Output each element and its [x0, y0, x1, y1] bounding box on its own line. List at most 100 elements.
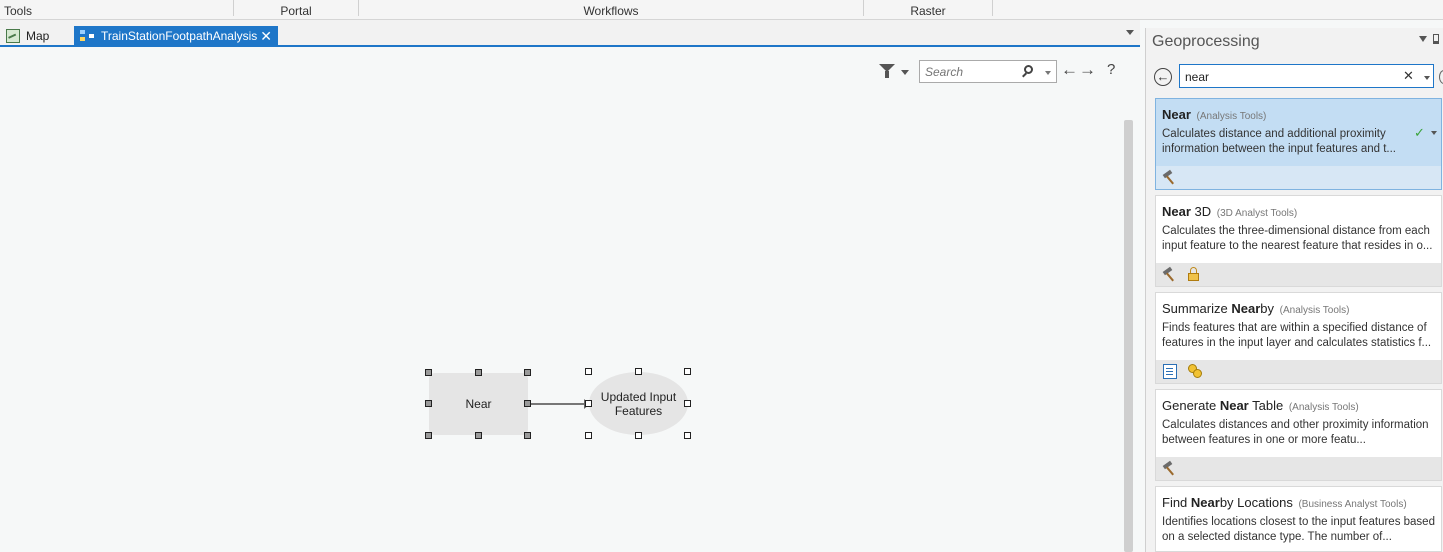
tool-search-box[interactable]: ✕ — [1179, 64, 1434, 88]
forward-arrow-icon[interactable]: → — [1079, 60, 1096, 80]
tab-model[interactable]: TrainStationFootpathAnalysis ✕ — [74, 26, 278, 47]
connector-arrow[interactable] — [528, 399, 590, 409]
result-near-3d[interactable]: Near 3D (3D Analyst Tools) Calculates th… — [1155, 195, 1442, 287]
chevron-down-icon[interactable] — [1045, 71, 1051, 75]
result-title: Near (Analysis Tools) — [1162, 107, 1266, 122]
output-node-updated-features[interactable]: Updated Input Features — [589, 372, 688, 435]
result-description: Calculates distance and additional proxi… — [1162, 128, 1396, 155]
result-title-prefix: Find — [1162, 495, 1191, 510]
ribbon-separator — [992, 0, 993, 16]
selection-handle[interactable] — [524, 432, 531, 439]
result-description: Calculates distances and other proximity… — [1162, 419, 1429, 446]
filter-icon-stem — [885, 71, 889, 78]
filter-button[interactable] — [879, 64, 909, 80]
tab-list-dropdown[interactable] — [1126, 30, 1134, 35]
result-category: (3D Analyst Tools) — [1216, 208, 1298, 219]
hammer-icon — [1162, 266, 1178, 282]
selection-handle[interactable] — [684, 368, 691, 375]
result-title-rest: 3D — [1190, 204, 1212, 219]
coins-icon — [1188, 364, 1203, 379]
hammer-icon — [1162, 169, 1178, 185]
result-title: Summarize Nearby (Analysis Tools) — [1162, 301, 1349, 316]
result-footer — [1156, 263, 1441, 286]
result-summarize-nearby[interactable]: Summarize Nearby (Analysis Tools) Finds … — [1155, 292, 1442, 384]
map-icon — [6, 29, 20, 43]
result-title-match: Near — [1219, 398, 1249, 413]
result-title-match: Near — [1190, 495, 1220, 510]
ribbon-group-tools: Tools — [4, 4, 33, 18]
selection-handle[interactable] — [425, 369, 432, 376]
back-arrow-icon[interactable]: ← — [1061, 60, 1078, 80]
selection-handle[interactable] — [425, 432, 432, 439]
result-title-match: Near — [1231, 301, 1261, 316]
result-category: (Business Analyst Tools) — [1298, 499, 1407, 510]
search-icon[interactable] — [1024, 65, 1033, 74]
hammer-icon — [1162, 460, 1178, 476]
back-arrow-icon[interactable]: ← — [1154, 68, 1172, 86]
result-title-match: Near — [1162, 107, 1191, 122]
chevron-down-icon — [901, 70, 909, 75]
options-icon[interactable] — [1439, 70, 1443, 84]
selection-handle[interactable] — [585, 400, 592, 407]
result-footer — [1156, 360, 1441, 383]
ribbon-group-bar: Tools Portal Workflows Raster — [0, 0, 1443, 20]
result-title: Generate Near Table (Analysis Tools) — [1162, 398, 1359, 413]
selection-handle[interactable] — [684, 400, 691, 407]
result-title-rest: by — [1260, 301, 1275, 316]
selection-handle[interactable] — [524, 400, 531, 407]
result-generate-near-table[interactable]: Generate Near Table (Analysis Tools) Cal… — [1155, 389, 1442, 481]
result-title-prefix: Summarize — [1162, 301, 1232, 316]
selection-handle[interactable] — [635, 368, 642, 375]
selection-handle[interactable] — [635, 432, 642, 439]
selection-handle[interactable] — [524, 369, 531, 376]
result-description: Finds features that are within a specifi… — [1162, 322, 1432, 349]
result-category: (Analysis Tools) — [1279, 305, 1350, 316]
chevron-down-icon[interactable] — [1431, 131, 1437, 135]
result-footer — [1156, 457, 1441, 480]
result-title: Near 3D (3D Analyst Tools) — [1162, 204, 1297, 219]
result-title-match: Near — [1162, 204, 1191, 219]
view-tab-bar: Map TrainStationFootpathAnalysis ✕ — [0, 20, 1140, 47]
tool-search-input[interactable] — [1185, 69, 1385, 84]
selection-handle[interactable] — [475, 432, 482, 439]
tab-model-label: TrainStationFootpathAnalysis — [101, 29, 258, 43]
selection-handle[interactable] — [684, 432, 691, 439]
result-find-nearby-locations[interactable]: Find Nearby Locations (Business Analyst … — [1155, 486, 1442, 552]
result-title: Find Nearby Locations (Business Analyst … — [1162, 495, 1407, 510]
result-near[interactable]: Near (Analysis Tools) Calculates distanc… — [1155, 98, 1442, 190]
tool-node-near[interactable]: Near — [429, 373, 528, 435]
result-description: Identifies locations closest to the inpu… — [1162, 516, 1435, 543]
selection-handle[interactable] — [585, 432, 592, 439]
chevron-down-icon[interactable] — [1424, 76, 1430, 80]
lock-icon — [1188, 267, 1199, 281]
clear-icon[interactable]: ✕ — [1403, 68, 1414, 84]
selection-handle[interactable] — [585, 368, 592, 375]
pin-icon[interactable] — [1433, 34, 1439, 44]
vertical-scrollbar[interactable] — [1124, 120, 1133, 552]
selection-handle[interactable] — [425, 400, 432, 407]
ribbon-group-portal: Portal — [280, 4, 312, 18]
canvas-search-box[interactable] — [919, 60, 1057, 83]
result-footer — [1156, 166, 1441, 189]
ribbon-group-workflows: Workflows — [583, 4, 639, 18]
result-title-rest: Table — [1248, 398, 1284, 413]
pane-options-dropdown[interactable] — [1419, 36, 1427, 42]
canvas-search-input[interactable] — [925, 64, 1020, 79]
output-node-label: Updated Input Features — [600, 389, 677, 418]
help-icon[interactable]: ? — [1107, 61, 1115, 78]
model-canvas[interactable]: ← → ? Near Updated Input Features — [0, 48, 1140, 552]
result-category: (Analysis Tools) — [1196, 111, 1267, 122]
geoprocessing-pane: Geoprocessing ← ✕ Near (Analysis Tools) … — [1145, 28, 1443, 552]
result-title-rest: by Locations — [1219, 495, 1293, 510]
selection-handle[interactable] — [475, 369, 482, 376]
close-icon[interactable]: ✕ — [260, 26, 272, 47]
check-icon[interactable]: ✓ — [1414, 125, 1425, 141]
result-title-prefix: Generate — [1162, 398, 1220, 413]
model-builder-icon — [80, 30, 96, 42]
result-description: Calculates the three-dimensional distanc… — [1162, 225, 1433, 252]
tab-map-label: Map — [26, 29, 50, 43]
tab-map[interactable]: Map — [4, 26, 72, 47]
script-icon — [1163, 364, 1177, 379]
ribbon-group-raster: Raster — [910, 4, 946, 18]
result-category: (Analysis Tools) — [1288, 402, 1359, 413]
